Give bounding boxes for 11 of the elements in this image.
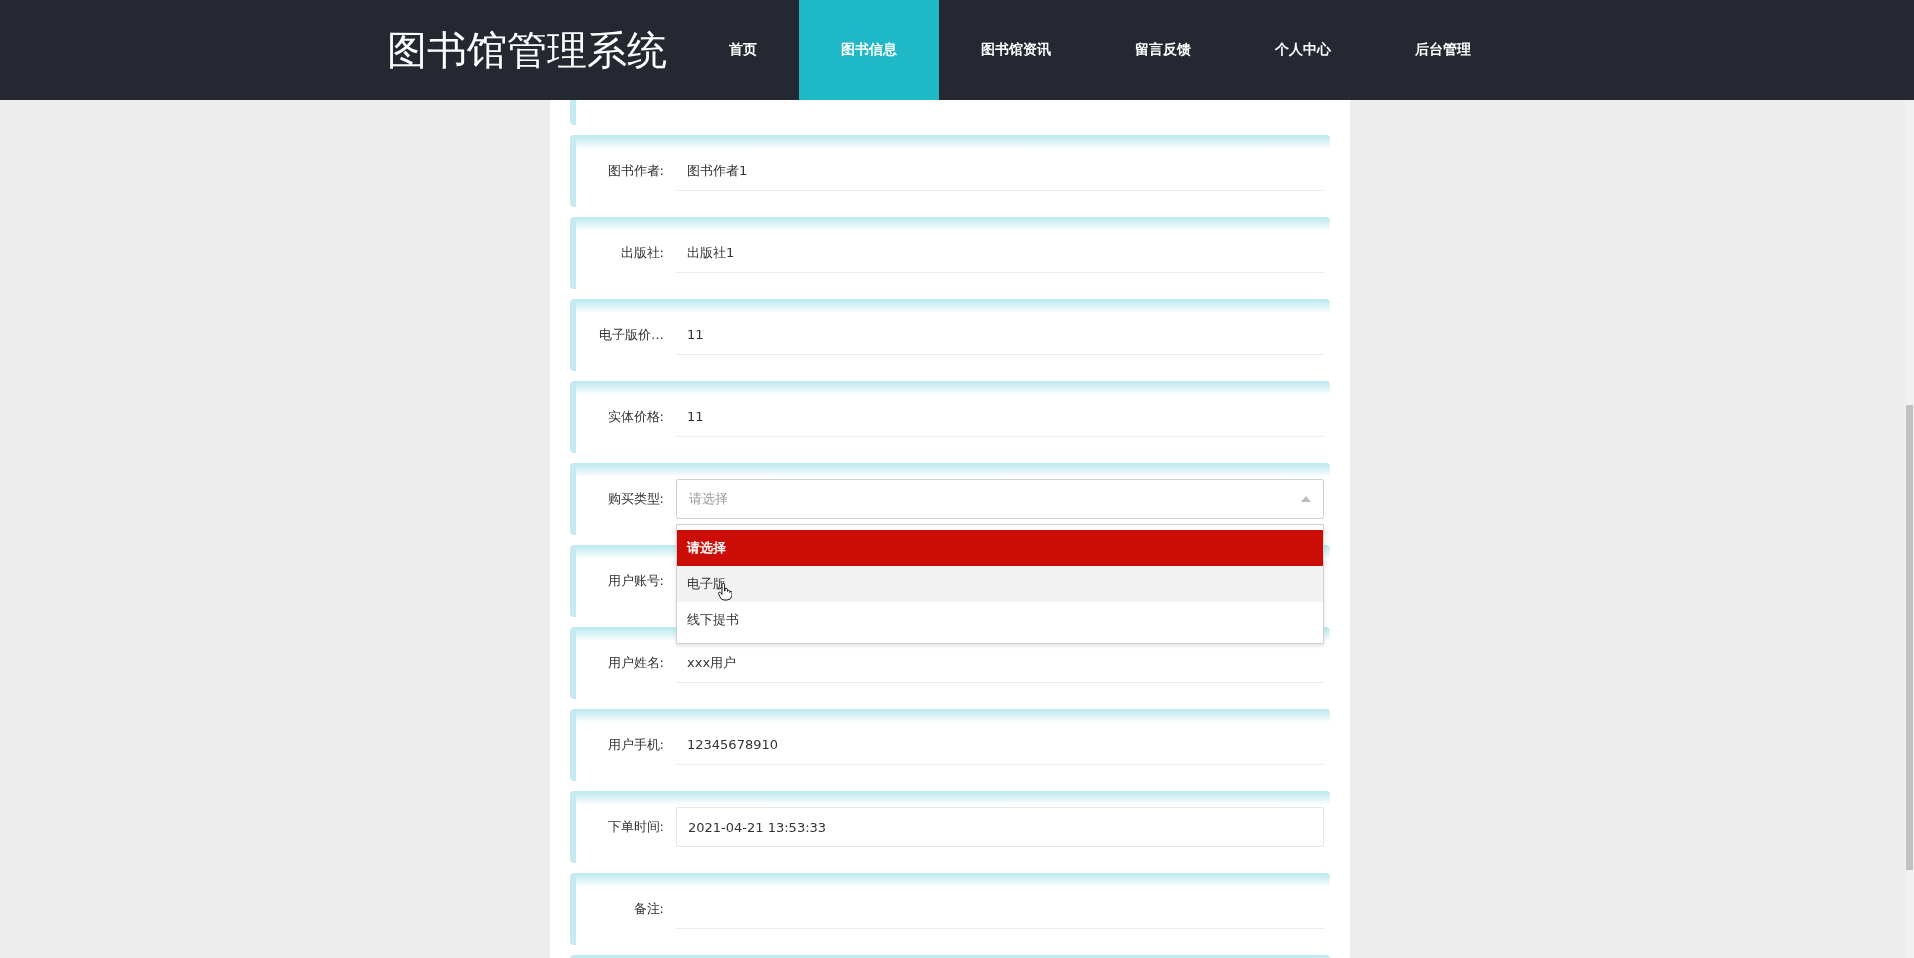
field-label: 用户手机: xyxy=(606,736,664,754)
field-label: 实体价格: xyxy=(606,408,664,426)
field-label: 购买类型: xyxy=(606,490,664,508)
field-label: 电子版价… xyxy=(598,326,664,344)
field-label: 用户姓名: xyxy=(606,654,664,672)
field-label: 下单时间: xyxy=(606,818,664,836)
field-label: 备注: xyxy=(632,900,664,918)
field-label: 图书作者: xyxy=(606,162,664,180)
field-label: 出版社: xyxy=(619,244,664,262)
site-logo-title: 图书馆管理系统 xyxy=(387,25,667,75)
field-label: 用户账号: xyxy=(606,572,664,590)
